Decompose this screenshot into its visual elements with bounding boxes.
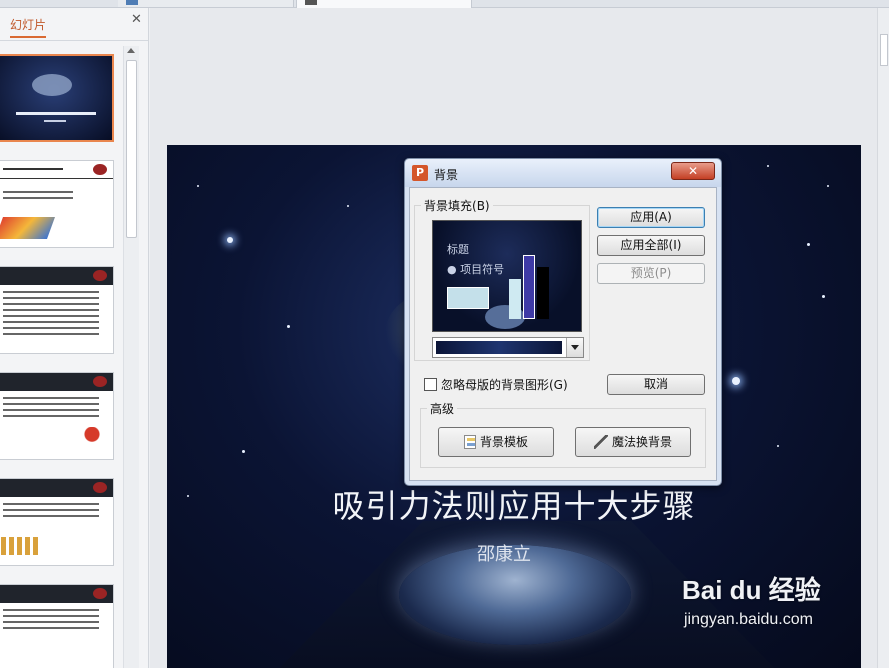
magic-wand-icon xyxy=(593,435,608,449)
close-icon[interactable]: ✕ xyxy=(131,12,142,27)
arrows-illustration xyxy=(0,217,56,239)
background-template-label: 背景模板 xyxy=(479,435,528,449)
star xyxy=(242,450,245,453)
thumbnail-scrollbar[interactable] xyxy=(123,46,139,668)
watermark-brand: Bai du 经验 xyxy=(682,575,821,605)
magic-background-label: 魔法换背景 xyxy=(611,435,672,449)
star xyxy=(777,445,779,447)
slide-thumbnail[interactable] xyxy=(0,478,114,566)
presentation-icon xyxy=(305,0,317,5)
document-tab-strip xyxy=(0,0,889,8)
slide-thumbnail[interactable] xyxy=(0,266,114,354)
star xyxy=(767,165,769,167)
apply-all-button[interactable]: 应用全部(I) xyxy=(597,235,705,256)
document-tab[interactable] xyxy=(118,0,294,7)
star xyxy=(807,243,810,246)
preview-bullet-text: ● 项目符号 xyxy=(447,263,505,276)
divider xyxy=(0,40,148,41)
background-preview: 标题 ● 项目符号 xyxy=(432,220,582,332)
slide-thumbnail-pane: 幻灯片 ✕ xyxy=(0,8,149,668)
dialog-body: 背景填充(B) 标题 ● 项目符号 应用(A) 应用全部(I) 预览(P) 取消… xyxy=(409,187,717,481)
fill-swatch xyxy=(436,341,562,354)
background-dialog: P 背景 ✕ 背景填充(B) 标题 ● 项目符号 应用(A) 应用全部(I) 预… xyxy=(404,158,722,486)
dialog-title: 背景 xyxy=(434,168,459,182)
thumbnail-subtitle xyxy=(44,120,66,122)
slide-thumbnail[interactable] xyxy=(0,54,114,142)
logo-icon xyxy=(93,164,107,175)
slide-thumbnail-list xyxy=(0,52,118,668)
slide-thumbnail[interactable] xyxy=(0,160,114,248)
ignore-master-checkbox[interactable] xyxy=(424,378,437,391)
tab-slides[interactable]: 幻灯片 xyxy=(10,16,47,38)
scrollbar-thumb[interactable] xyxy=(880,34,888,66)
logo-icon xyxy=(93,482,107,493)
background-fill-label: 背景填充(B) xyxy=(421,197,493,214)
slide-thumbnail[interactable] xyxy=(0,372,114,460)
ignore-master-graphics-row[interactable]: 忽略母版的背景图形(G) xyxy=(424,376,568,393)
figures-illustration xyxy=(1,537,41,555)
magic-background-button[interactable]: 魔法换背景 xyxy=(575,427,691,457)
slide-subtitle[interactable]: 邵康立 xyxy=(167,540,841,566)
thumbnail-planet xyxy=(32,74,72,96)
preview-shape xyxy=(447,287,489,309)
dialog-title-bar[interactable]: P 背景 ✕ xyxy=(405,159,721,187)
apply-button[interactable]: 应用(A) xyxy=(597,207,705,228)
background-fill-dropdown[interactable] xyxy=(432,337,584,358)
star xyxy=(347,205,349,207)
app-icon: P xyxy=(412,165,428,181)
close-button[interactable]: ✕ xyxy=(671,162,715,180)
question-mark-figure xyxy=(81,427,103,451)
preview-button[interactable]: 预览(P) xyxy=(597,263,705,284)
thumbnail-title xyxy=(16,112,96,115)
scroll-up-arrow-icon[interactable] xyxy=(127,48,135,53)
vertical-scrollbar[interactable] xyxy=(877,8,889,668)
chevron-down-icon[interactable] xyxy=(566,338,583,357)
preview-title-text: 标题 xyxy=(447,243,469,256)
document-icon xyxy=(126,0,138,5)
background-template-button[interactable]: 背景模板 xyxy=(438,427,554,457)
slide-title[interactable]: 吸引力法则应用十大步骤 xyxy=(167,481,861,527)
template-icon xyxy=(463,435,476,449)
logo-icon xyxy=(93,588,107,599)
star xyxy=(197,185,199,187)
baidu-jingyan-watermark: Bai du 经验 jingyan.baidu.com xyxy=(682,570,821,629)
star xyxy=(732,377,740,385)
preview-bar xyxy=(509,279,521,319)
logo-icon xyxy=(93,270,107,281)
star xyxy=(227,237,233,243)
star xyxy=(822,295,825,298)
scrollbar-thumb[interactable] xyxy=(126,60,137,238)
star xyxy=(287,325,290,328)
ignore-master-label: 忽略母版的背景图形(G) xyxy=(441,378,568,392)
advanced-label: 高级 xyxy=(427,400,458,417)
logo-icon xyxy=(93,376,107,387)
watermark-url: jingyan.baidu.com xyxy=(684,611,813,628)
preview-bar xyxy=(523,255,535,319)
star xyxy=(827,185,829,187)
preview-bar xyxy=(537,267,549,319)
slide-thumbnail[interactable] xyxy=(0,584,114,668)
document-tab-active[interactable] xyxy=(296,0,472,8)
cancel-button[interactable]: 取消 xyxy=(607,374,705,395)
